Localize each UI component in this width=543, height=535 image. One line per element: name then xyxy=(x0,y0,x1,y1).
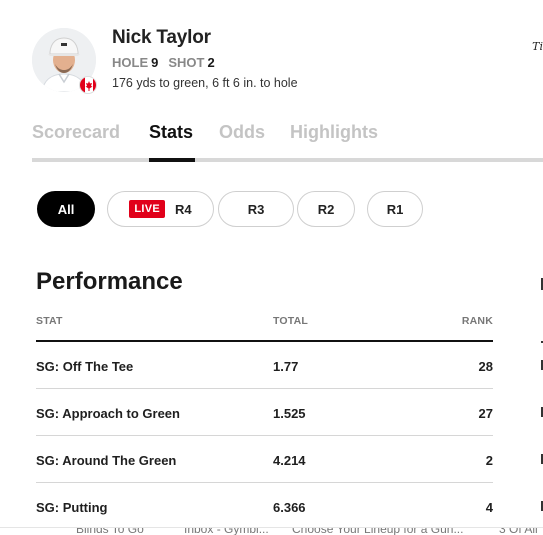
player-header: Nick Taylor HOLE 9 SHOT 2 176 yds to green,… xyxy=(32,27,543,94)
stat-name: SG: Around The Green xyxy=(36,453,177,468)
active-tab-indicator xyxy=(149,158,195,162)
taskbar-item[interactable]: Blinds To Go xyxy=(76,528,144,535)
hole-label: HOLE xyxy=(112,55,149,70)
sponsor-logo: Ti xyxy=(532,40,543,53)
round-r2-button[interactable]: R2 xyxy=(297,191,355,227)
header-rank[interactable]: RANK xyxy=(462,315,493,327)
player-name[interactable]: Nick Taylor xyxy=(112,27,211,49)
tab-odds[interactable]: Odds xyxy=(219,122,265,143)
table-header: STAT TOTAL RANK xyxy=(36,312,493,342)
header-total[interactable]: TOTAL xyxy=(273,315,308,327)
table-row[interactable]: SG: Putting 6.366 4 xyxy=(36,483,493,530)
header-stat[interactable]: STAT xyxy=(36,315,63,327)
stat-total: 1.77 xyxy=(273,359,299,374)
performance-title: Performance xyxy=(36,268,183,295)
stat-total: 4.214 xyxy=(273,453,306,468)
round-r3-button[interactable]: R3 xyxy=(218,191,294,227)
stat-rank: 4 xyxy=(485,500,493,515)
stat-total: 1.525 xyxy=(273,406,306,421)
stat-rank: 28 xyxy=(478,359,493,374)
live-badge: LIVE xyxy=(129,200,166,218)
shot-value: 2 xyxy=(207,55,215,70)
stat-name: SG: Putting xyxy=(36,500,108,515)
stat-name: SG: Off The Tee xyxy=(36,359,134,374)
hole-value: 9 xyxy=(151,55,159,70)
round-r1-button[interactable]: R1 xyxy=(367,191,423,227)
shot-position-text: 176 yds to green, 6 ft 6 in. to hole xyxy=(112,76,298,90)
canada-flag-icon xyxy=(79,76,97,94)
table-row[interactable]: SG: Around The Green 4.214 2 xyxy=(36,436,493,483)
stat-rank: 2 xyxy=(485,453,493,468)
table-row[interactable]: SG: Approach to Green 1.525 27 xyxy=(36,389,493,436)
round-r4-button[interactable]: LIVE R4 xyxy=(107,191,214,227)
table-row[interactable]: SG: Off The Tee 1.77 28 xyxy=(36,342,493,389)
performance-table: STAT TOTAL RANK SG: Off The Tee 1.77 28 … xyxy=(36,312,493,530)
tab-stats[interactable]: Stats xyxy=(149,122,193,143)
taskbar-item[interactable]: Inbox - Gymbl... xyxy=(184,528,269,535)
round-r4-label: R4 xyxy=(175,201,192,217)
stat-rank: 27 xyxy=(478,406,493,421)
hole-shot-info: HOLE 9 SHOT 2 xyxy=(112,55,225,70)
tab-highlights[interactable]: Highlights xyxy=(290,122,378,143)
taskbar-strip: Blinds To Go Inbox - Gymbl... Choose You… xyxy=(0,527,543,535)
shot-label: SHOT xyxy=(168,55,205,70)
stat-total: 6.366 xyxy=(273,500,306,515)
tab-bar: Scorecard Stats Odds Highlights xyxy=(32,118,543,162)
taskbar-item[interactable]: Choose Your Lineup for a Gun... xyxy=(292,528,463,535)
tab-scorecard[interactable]: Scorecard xyxy=(32,122,120,143)
round-all-button[interactable]: All xyxy=(37,191,95,227)
stat-name: SG: Approach to Green xyxy=(36,406,180,421)
next-section-edge xyxy=(539,268,543,535)
taskbar-item[interactable]: 3 Of All xyxy=(499,528,538,535)
